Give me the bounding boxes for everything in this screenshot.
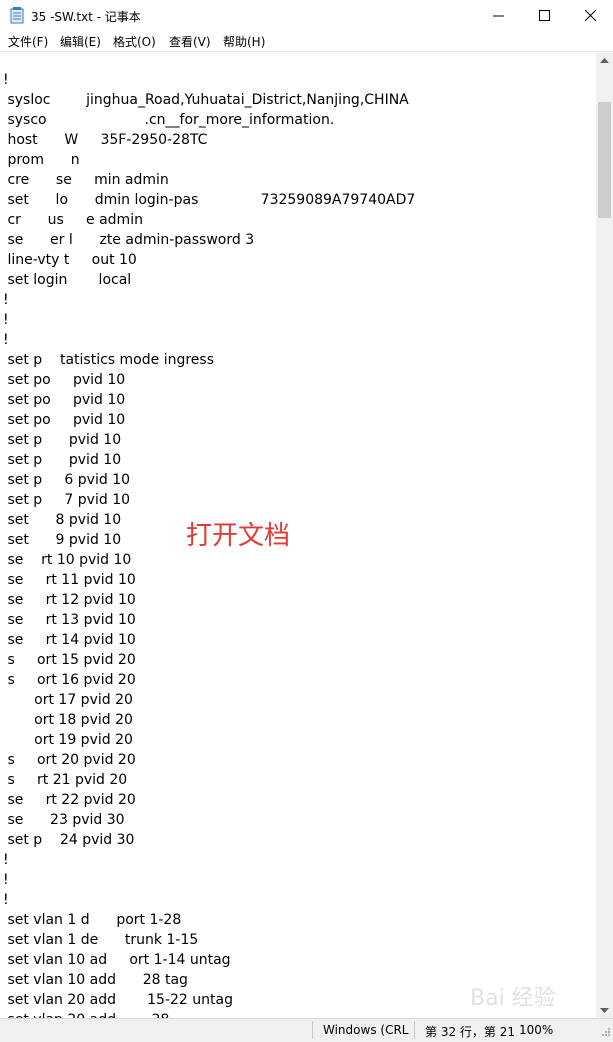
text-line[interactable]: ! [3, 290, 415, 310]
text-line[interactable]: set lo dmin login-pas 73259089A79740AD7 [3, 190, 415, 210]
chevron-up-icon [600, 57, 609, 63]
line-ending-status: Windows (CRLF) [323, 1023, 409, 1037]
text-line[interactable]: se rt 22 pvid 20 [3, 790, 415, 810]
text-line[interactable]: line-vty t out 10 [3, 250, 415, 270]
text-line[interactable]: s ort 20 pvid 20 [3, 750, 415, 770]
text-line[interactable]: set po pvid 10 [3, 390, 415, 410]
text-line[interactable]: set vlan 20 add 28 [3, 1010, 415, 1018]
scroll-down-button[interactable] [596, 1001, 613, 1018]
text-line[interactable]: set p 6 pvid 10 [3, 470, 415, 490]
text-line[interactable]: ort 19 pvid 20 [3, 730, 415, 750]
title-bar[interactable]: 35 -SW.txt - 记事本 [0, 0, 613, 32]
text-line[interactable]: se 23 pvid 30 [3, 810, 415, 830]
text-line[interactable]: ! [3, 850, 415, 870]
text-line[interactable]: cre se min admin [3, 170, 415, 190]
menu-file[interactable]: 文件(F) [8, 33, 48, 50]
text-line[interactable]: set po pvid 10 [3, 410, 415, 430]
text-line[interactable]: set vlan 1 de trunk 1-15 [3, 930, 415, 950]
text-line[interactable]: set p pvid 10 [3, 430, 415, 450]
text-line[interactable]: set po pvid 10 [3, 370, 415, 390]
chevron-down-icon [600, 1007, 609, 1013]
resize-grip-icon[interactable] [600, 1025, 611, 1039]
menu-view[interactable]: 查看(V) [169, 33, 211, 50]
text-line[interactable]: cr us e admin [3, 210, 415, 230]
text-line[interactable]: set vlan 20 add 15-22 untag [3, 990, 415, 1010]
text-line[interactable]: ort 18 pvid 20 [3, 710, 415, 730]
text-line[interactable]: set login local [3, 270, 415, 290]
text-line[interactable]: prom n [3, 150, 415, 170]
menu-format[interactable]: 格式(O) [113, 33, 156, 50]
text-line[interactable]: set vlan 10 add 28 tag [3, 970, 415, 990]
menu-edit[interactable]: 编辑(E) [60, 33, 101, 50]
text-line[interactable]: s ort 16 pvid 20 [3, 670, 415, 690]
close-button[interactable] [567, 0, 613, 31]
notepad-app-icon [10, 7, 24, 24]
window-title: 35 -SW.txt - 记事本 [31, 10, 141, 24]
scrollbar-thumb[interactable] [598, 102, 611, 218]
vertical-scrollbar[interactable] [596, 52, 613, 1018]
maximize-button[interactable] [521, 0, 567, 31]
text-line[interactable]: set p pvid 10 [3, 450, 415, 470]
text-line[interactable]: set p tatistics mode ingress [3, 350, 415, 370]
text-line[interactable]: ! [3, 330, 415, 350]
menu-bar: 文件(F) 编辑(E) 格式(O) 查看(V) 帮助(H) [0, 31, 613, 52]
text-line[interactable]: ! [3, 890, 415, 910]
text-line[interactable]: ! [3, 70, 415, 90]
status-bar: Windows (CRLF) 第 32 行，第 21 100% [0, 1018, 613, 1042]
text-line[interactable]: ort 17 pvid 20 [3, 690, 415, 710]
text-line[interactable]: s ort 15 pvid 20 [3, 650, 415, 670]
status-separator [312, 1021, 313, 1039]
text-line[interactable]: se rt 14 pvid 10 [3, 630, 415, 650]
zoom-status: 100% [519, 1023, 554, 1037]
open-document-annotation: 打开文档 [186, 521, 291, 551]
cursor-position-status: 第 32 行，第 21 [425, 1025, 515, 1039]
text-line[interactable]: se rt 13 pvid 10 [3, 610, 415, 630]
maximize-icon [538, 10, 550, 21]
text-line[interactable]: set p 7 pvid 10 [3, 490, 415, 510]
notepad-window: 35 -SW.txt - 记事本 文件(F) 编辑(E) 格式(O) 查看(V)… [0, 0, 613, 1042]
text-line[interactable]: s rt 21 pvid 20 [3, 770, 415, 790]
text-line[interactable]: host W 35F-2950-28TC [3, 130, 415, 150]
baidu-watermark: Bai 经验 [470, 986, 556, 1011]
text-line[interactable]: ! [3, 310, 415, 330]
scroll-up-button[interactable] [596, 52, 613, 69]
text-line[interactable]: set p 24 pvid 30 [3, 830, 415, 850]
text-line[interactable]: se er l zte admin-password 3 [3, 230, 415, 250]
text-line[interactable]: se rt 12 pvid 10 [3, 590, 415, 610]
close-icon [584, 10, 596, 21]
text-line[interactable]: se rt 11 pvid 10 [3, 570, 415, 590]
text-line[interactable]: ! [3, 870, 415, 890]
minimize-button[interactable] [475, 0, 521, 31]
minimize-icon [492, 15, 504, 17]
text-line[interactable]: set vlan 1 d port 1-28 [3, 910, 415, 930]
menu-help[interactable]: 帮助(H) [223, 33, 265, 50]
text-editor[interactable]: ! sysloc jinghua_Road,Yuhuatai_District,… [0, 52, 596, 1018]
text-line[interactable]: sysco .cn__for_more_information. [3, 110, 415, 130]
text-line[interactable]: set vlan 10 ad ort 1-14 untag [3, 950, 415, 970]
text-line[interactable]: se rt 10 pvid 10 [3, 550, 415, 570]
text-line[interactable]: sysloc jinghua_Road,Yuhuatai_District,Na… [3, 90, 415, 110]
status-separator [414, 1021, 415, 1039]
